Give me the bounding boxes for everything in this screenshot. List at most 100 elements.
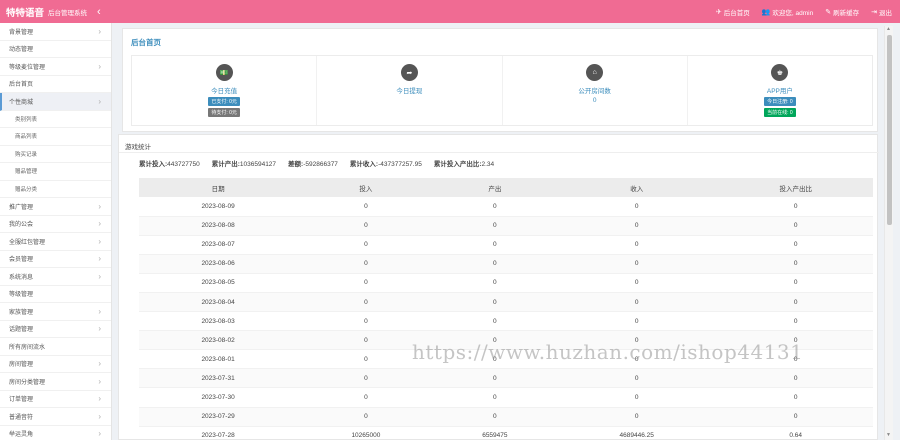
table-row: 2023-07-30 0 0 0 0 (139, 387, 873, 408)
summary-label: 差额: (288, 161, 304, 168)
column-header[interactable]: 日期 (139, 178, 298, 197)
topnav-label: 欢迎您, admin (772, 9, 814, 17)
table-row: 2023-08-09 0 0 0 0 (139, 197, 873, 217)
top-header: 特特语音 后台管理系统 ‹ ✈ 后台首页 👥 欢迎您, admin ✎ 刷新缓存 ⇥ 退出 (0, 0, 900, 23)
sidebar-item[interactable]: 家族管理 › (0, 303, 111, 321)
sidebar-item[interactable]: 等级麦位管理 › (0, 58, 111, 76)
refresh-icon: ✎ (825, 8, 832, 16)
topnav-item-1[interactable]: 👥 欢迎您, admin (762, 7, 814, 17)
sidebar-item[interactable]: 购买记录 (0, 146, 111, 163)
table-cell: 0 (434, 368, 556, 389)
sidebar-item[interactable]: 推广管理 › (0, 198, 111, 216)
table-cell: 0 (434, 387, 556, 408)
sidebar-item[interactable]: 举运灵角 › (0, 426, 111, 440)
sidebar-item[interactable]: 订单管理 › (0, 391, 111, 408)
sidebar-item[interactable]: 背景管理 › (0, 23, 111, 41)
game-stats-table: 日期 投入 产出 收入 投入产出比 2023-08-09 0 0 0 0 2023-08-08 0 0… (139, 178, 873, 440)
stat-label[interactable]: APP用户 (767, 85, 793, 95)
chevron-right-icon: › (98, 61, 101, 71)
stat-card: ♚ APP用户 今日注册: 0 当前在线: 0 (688, 56, 872, 125)
table-row: 2023-07-31 0 0 0 0 (139, 368, 873, 389)
sidebar-item-label: 个性商城 (9, 99, 34, 106)
table-cell: 0 (434, 273, 556, 293)
table-cell: 10265000 (297, 426, 435, 440)
table-row: 2023-08-07 0 0 0 0 (139, 235, 873, 255)
sidebar-item[interactable]: 普通音符 › (0, 408, 111, 426)
stat-badge: 当前在线: 0 (764, 108, 796, 117)
sidebar-item[interactable]: 系统消息 › (0, 268, 111, 286)
table-row: 2023-08-02 0 0 0 0 (139, 330, 873, 351)
sidebar-item-label: 赠品管理 (15, 169, 38, 176)
sidebar-toggle-icon[interactable]: ‹ (97, 6, 101, 18)
table-cell: 0 (555, 254, 719, 274)
sidebar-item[interactable]: 所有房间流水 (0, 338, 111, 356)
sidebar-item-label: 话题管理 (9, 327, 34, 334)
scroll-down-icon[interactable]: ▼ (886, 432, 891, 438)
user-icon: 👥 (761, 8, 771, 16)
sidebar-item[interactable]: 房间分类管理 › (0, 373, 111, 391)
sidebar-item-label: 推广管理 (9, 204, 34, 211)
sidebar-item[interactable]: 动态管理 (0, 41, 111, 58)
column-header[interactable]: 投入产出比 (718, 178, 873, 197)
app-user-icon: ♚ (771, 64, 789, 81)
chevron-right-icon: › (98, 376, 101, 386)
column-header[interactable]: 收入 (555, 178, 719, 197)
topnav-item-3[interactable]: ⇥ 退出 (871, 7, 892, 17)
summary-label: 累计收入: (349, 161, 379, 168)
scrollbar[interactable]: ▲ ▼ (884, 26, 893, 440)
table-cell: 2023-07-31 (139, 368, 298, 389)
summary-value: 2.34 (481, 161, 495, 168)
table-cell: 2023-08-09 (139, 197, 298, 217)
sidebar-item-label: 商品列表 (15, 134, 38, 141)
table-cell: 2023-08-05 (139, 273, 298, 293)
sidebar-item[interactable]: 房间管理 › (0, 356, 111, 373)
summary-item: 累计投入:443727750 (139, 158, 200, 168)
sidebar-item[interactable]: 等级管理 (0, 286, 111, 303)
sidebar-item[interactable]: 赠品管理 (0, 163, 111, 181)
table-cell: 0 (718, 197, 873, 217)
table-cell: 0 (555, 197, 719, 217)
table-cell: 0 (434, 254, 556, 274)
column-header[interactable]: 投入 (297, 178, 435, 197)
table-cell: 0 (718, 368, 873, 389)
sidebar-item-label: 类别列表 (15, 116, 38, 123)
sidebar-item[interactable]: 话题管理 › (0, 321, 111, 338)
topnav-label: 刷新缓存 (833, 9, 860, 17)
overview-panel: 后台首页 💵 今日充值 已支付: 0元 待支付: 0元 ➦ 今日提现 ⌂ 公开房间数 0 ♚ APP… (122, 28, 878, 132)
sidebar-item[interactable]: 类别列表 (0, 111, 111, 128)
stat-label[interactable]: 今日提现 (396, 85, 422, 95)
sidebar-item[interactable]: 后台首页 (0, 76, 111, 93)
topnav-label: 退出 (879, 9, 892, 17)
column-header[interactable]: 产出 (434, 178, 556, 197)
sidebar-item[interactable]: 我的公会 › (0, 216, 111, 233)
home-icon: ✈ (715, 8, 722, 16)
scroll-thumb[interactable] (887, 35, 892, 225)
table-cell: 2023-08-06 (139, 254, 298, 274)
sidebar-item[interactable]: 赠品分类 (0, 181, 111, 198)
sidebar-item[interactable]: 商品列表 (0, 128, 111, 146)
sidebar-item[interactable]: 全服红包管理 › (0, 233, 111, 251)
table-cell: 0 (434, 407, 556, 427)
stat-label[interactable]: 公开房间数 (578, 85, 611, 95)
topnav-item-0[interactable]: ✈ 后台首页 (716, 7, 750, 17)
sidebar-item[interactable]: 个性商城 › (0, 93, 111, 111)
logout-icon: ⇥ (871, 8, 877, 16)
stat-label[interactable]: 今日充值 (211, 85, 237, 95)
brand-logo[interactable]: 特特语音 (6, 5, 44, 19)
sidebar-item[interactable]: 会员管理 › (0, 251, 111, 268)
sidebar-item-label: 赠品分类 (15, 186, 38, 193)
sidebar-item-label: 等级麦位管理 (9, 64, 46, 71)
table-cell: 4689446.25 (555, 426, 719, 440)
summary-value: 1036594127 (239, 161, 277, 168)
table-cell: 0 (434, 330, 556, 351)
sidebar-item-label: 全服红包管理 (9, 239, 46, 246)
summary-label: 累计投入产出比: (433, 161, 482, 168)
scroll-up-icon[interactable]: ▲ (886, 26, 891, 32)
table-cell: 0 (718, 387, 873, 408)
stat-badge: 待支付: 0元 (208, 108, 240, 117)
topnav-item-2[interactable]: ✎ 刷新缓存 (825, 7, 859, 17)
sidebar-item-label: 系统消息 (9, 274, 34, 281)
game-stats-title: 游戏统计 (125, 144, 151, 151)
table-cell: 0 (297, 273, 435, 293)
table-cell: 0.64 (718, 426, 873, 440)
